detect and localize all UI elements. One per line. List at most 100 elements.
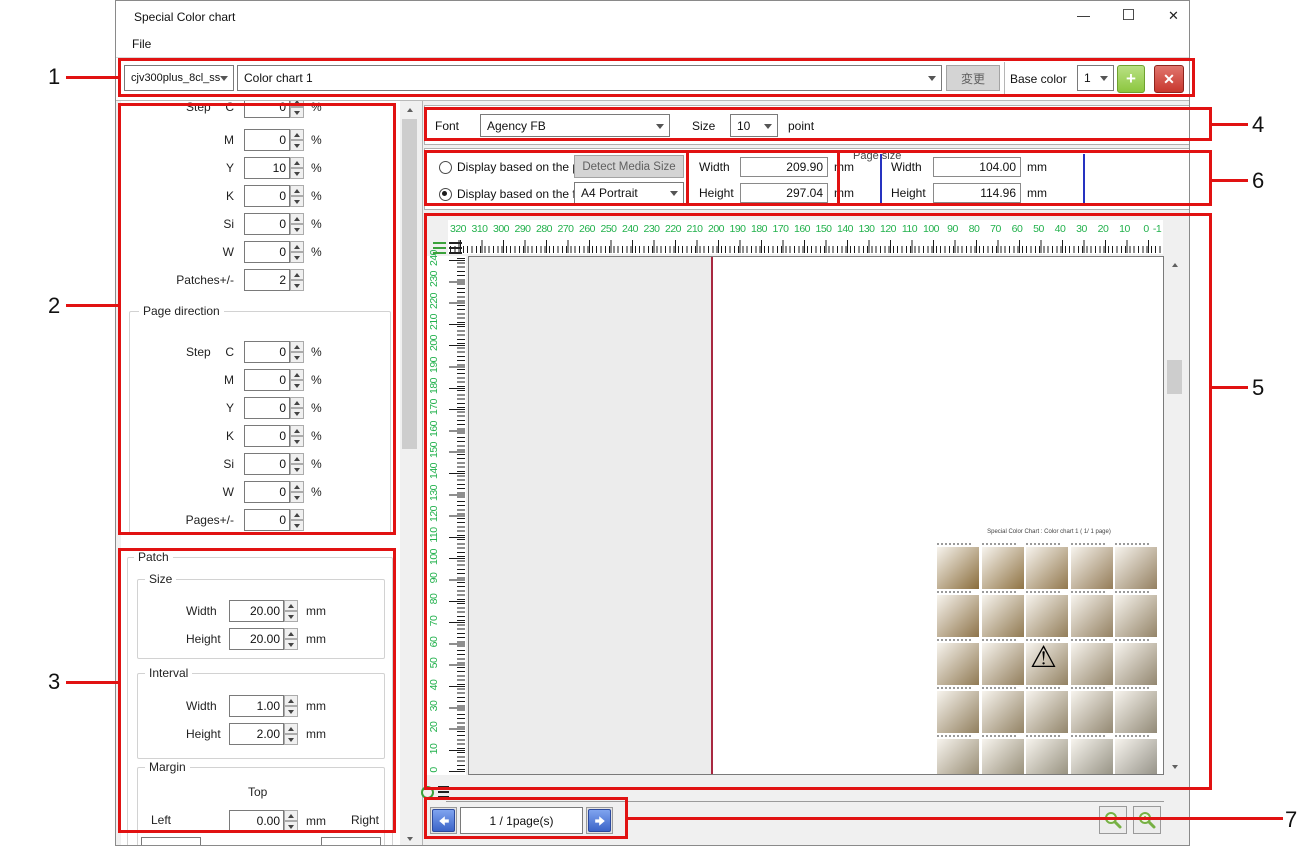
spin-up-icon[interactable] [284,695,298,706]
spin-down-icon[interactable] [290,252,304,263]
preview-canvas[interactable]: Special Color Chart : Color chart 1 ( 1/… [468,256,1164,775]
spin-down-icon[interactable] [290,408,304,419]
media-width-value[interactable]: 209.90 [740,157,828,177]
media-height-value[interactable]: 297.04 [740,183,828,203]
spin-down-icon[interactable] [290,352,304,363]
menu-file[interactable]: File [132,37,151,51]
font-select[interactable]: Agency FB [480,114,670,137]
spinner-buttons[interactable] [290,453,304,475]
change-button[interactable]: 変更 [946,65,1000,91]
add-chart-button[interactable]: + [1117,65,1145,93]
radio-media-size[interactable] [439,161,452,174]
margin-right-value[interactable] [321,837,381,846]
spin-up-icon[interactable] [290,425,304,436]
next-page-button[interactable] [586,807,613,834]
base-color-select[interactable]: 1 [1077,65,1114,91]
preview-scrollbar[interactable] [1166,256,1183,775]
spin-down-icon[interactable] [290,492,304,503]
spinner-buttons[interactable] [290,509,304,531]
interval-height-value[interactable]: 2.00 [229,723,284,745]
spin-down-icon[interactable] [290,436,304,447]
spin-value[interactable]: 0 [244,425,290,447]
spin-up-icon[interactable] [290,453,304,464]
spin-value[interactable]: 0 [244,369,290,391]
delete-chart-button[interactable]: ✕ [1154,65,1184,93]
paper-size-select[interactable]: A4 Portrait [574,182,684,204]
spin-value[interactable]: 0 [244,241,290,263]
spinner-buttons[interactable] [290,185,304,207]
spin-down-icon[interactable] [290,520,304,531]
interval-width-value[interactable]: 1.00 [229,695,284,717]
spin-value[interactable]: 10 [244,157,290,179]
spin-down-icon[interactable] [284,611,298,622]
spinner-buttons[interactable] [290,481,304,503]
spinner-buttons[interactable] [290,241,304,263]
close-button[interactable]: ✕ [1151,1,1190,31]
patch-height-value[interactable]: 20.00 [229,628,284,650]
spinner-buttons[interactable] [290,213,304,235]
scroll-down-icon[interactable] [1166,758,1183,775]
spin-up-icon[interactable] [290,157,304,168]
spin-value[interactable]: 0 [244,341,290,363]
spinner-buttons[interactable] [290,269,304,291]
list-icon[interactable] [438,786,449,797]
spinner-buttons[interactable] [290,341,304,363]
scrollbar-thumb[interactable] [402,119,417,449]
spin-up-icon[interactable] [290,397,304,408]
spin-down-icon[interactable] [284,821,298,832]
spin-up-icon[interactable] [284,723,298,734]
spin-value[interactable]: 0 [244,101,290,118]
maximize-button[interactable]: ☐ [1106,1,1151,31]
spinner-buttons[interactable] [290,425,304,447]
spinner-buttons[interactable] [284,810,298,832]
spin-down-icon[interactable] [290,196,304,207]
spin-up-icon[interactable] [290,185,304,196]
spin-down-icon[interactable] [284,706,298,717]
spin-up-icon[interactable] [290,341,304,352]
spin-up-icon[interactable] [290,269,304,280]
spin-value[interactable]: 0 [244,453,290,475]
spin-down-icon[interactable] [290,168,304,179]
spin-up-icon[interactable] [284,628,298,639]
spin-value[interactable]: 0 [244,185,290,207]
spin-down-icon[interactable] [290,140,304,151]
ruler-menu-icon[interactable] [449,242,462,255]
spin-up-icon[interactable] [284,600,298,611]
radio-fixed-size[interactable] [439,188,452,201]
spin-value[interactable]: 0 [244,509,290,531]
spin-down-icon[interactable] [290,380,304,391]
spin-down-icon[interactable] [284,734,298,745]
zoom-in-button[interactable] [1133,806,1161,834]
detect-media-size-button[interactable]: Detect Media Size [574,155,684,178]
spinner-buttons[interactable] [284,723,298,745]
spin-down-icon[interactable] [290,107,304,118]
spin-up-icon[interactable] [290,509,304,520]
spin-value[interactable]: 0 [244,129,290,151]
left-pane-scrollbar[interactable] [401,101,418,846]
font-size-select[interactable]: 10 [730,114,778,137]
spinner-buttons[interactable] [290,397,304,419]
scroll-up-icon[interactable] [1166,256,1183,273]
zoom-out-button[interactable] [1099,806,1127,834]
patch-width-value[interactable]: 20.00 [229,600,284,622]
spin-up-icon[interactable] [290,213,304,224]
spin-up-icon[interactable] [290,481,304,492]
spin-value[interactable]: 0 [244,481,290,503]
scrollbar-thumb[interactable] [1167,360,1182,394]
spin-up-icon[interactable] [290,129,304,140]
spin-up-icon[interactable] [284,810,298,821]
spinner-buttons[interactable] [284,695,298,717]
spin-down-icon[interactable] [284,639,298,650]
scroll-up-icon[interactable] [401,101,418,118]
spinner-buttons[interactable] [290,101,304,118]
spin-value[interactable]: 2 [244,269,290,291]
spin-value[interactable]: 0 [244,397,290,419]
spin-down-icon[interactable] [290,464,304,475]
scroll-down-icon[interactable] [401,830,418,846]
page-size-width-value[interactable]: 104.00 [933,157,1021,177]
spin-down-icon[interactable] [290,224,304,235]
spinner-buttons[interactable] [284,600,298,622]
prev-page-button[interactable] [430,807,457,834]
page-size-height-value[interactable]: 114.96 [933,183,1021,203]
device-select[interactable]: cjv300plus_8cl_ss [124,65,234,91]
